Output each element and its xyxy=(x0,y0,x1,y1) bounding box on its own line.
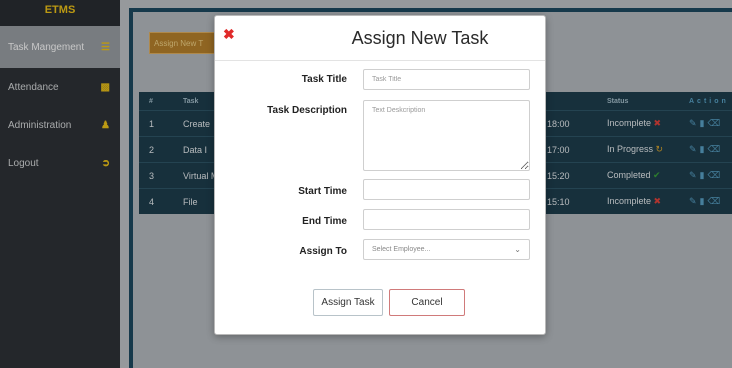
close-icon[interactable]: ✖ xyxy=(223,26,235,43)
start-time-row: Start Time xyxy=(215,179,547,203)
task-title-label: Task Title xyxy=(301,74,347,85)
assign-task-modal: ✖ Assign New Task Task Title Task Descri… xyxy=(214,15,546,335)
end-time-input[interactable] xyxy=(363,209,530,230)
task-title-row: Task Title xyxy=(215,69,547,93)
task-description-input[interactable] xyxy=(363,100,530,171)
start-time-label: Start Time xyxy=(298,186,347,197)
modal-header: ✖ Assign New Task xyxy=(215,16,545,61)
assign-task-button[interactable]: Assign Task xyxy=(313,289,383,316)
task-description-label: Task Description xyxy=(267,105,347,116)
assign-to-label: Assign To xyxy=(299,246,347,257)
modal-title: Assign New Task xyxy=(351,28,489,48)
employee-select[interactable]: Select Employee... ⌄ xyxy=(363,239,530,260)
start-time-input[interactable] xyxy=(363,179,530,200)
end-time-label: End Time xyxy=(302,216,347,227)
employee-select-value: Select Employee... xyxy=(372,246,431,253)
chevron-down-icon: ⌄ xyxy=(514,245,521,254)
assign-to-row: Assign To Select Employee... ⌄ xyxy=(215,239,547,263)
task-title-input[interactable] xyxy=(363,69,530,90)
cancel-button[interactable]: Cancel xyxy=(389,289,465,316)
end-time-row: End Time xyxy=(215,209,547,233)
task-description-row: Task Description xyxy=(215,100,547,173)
